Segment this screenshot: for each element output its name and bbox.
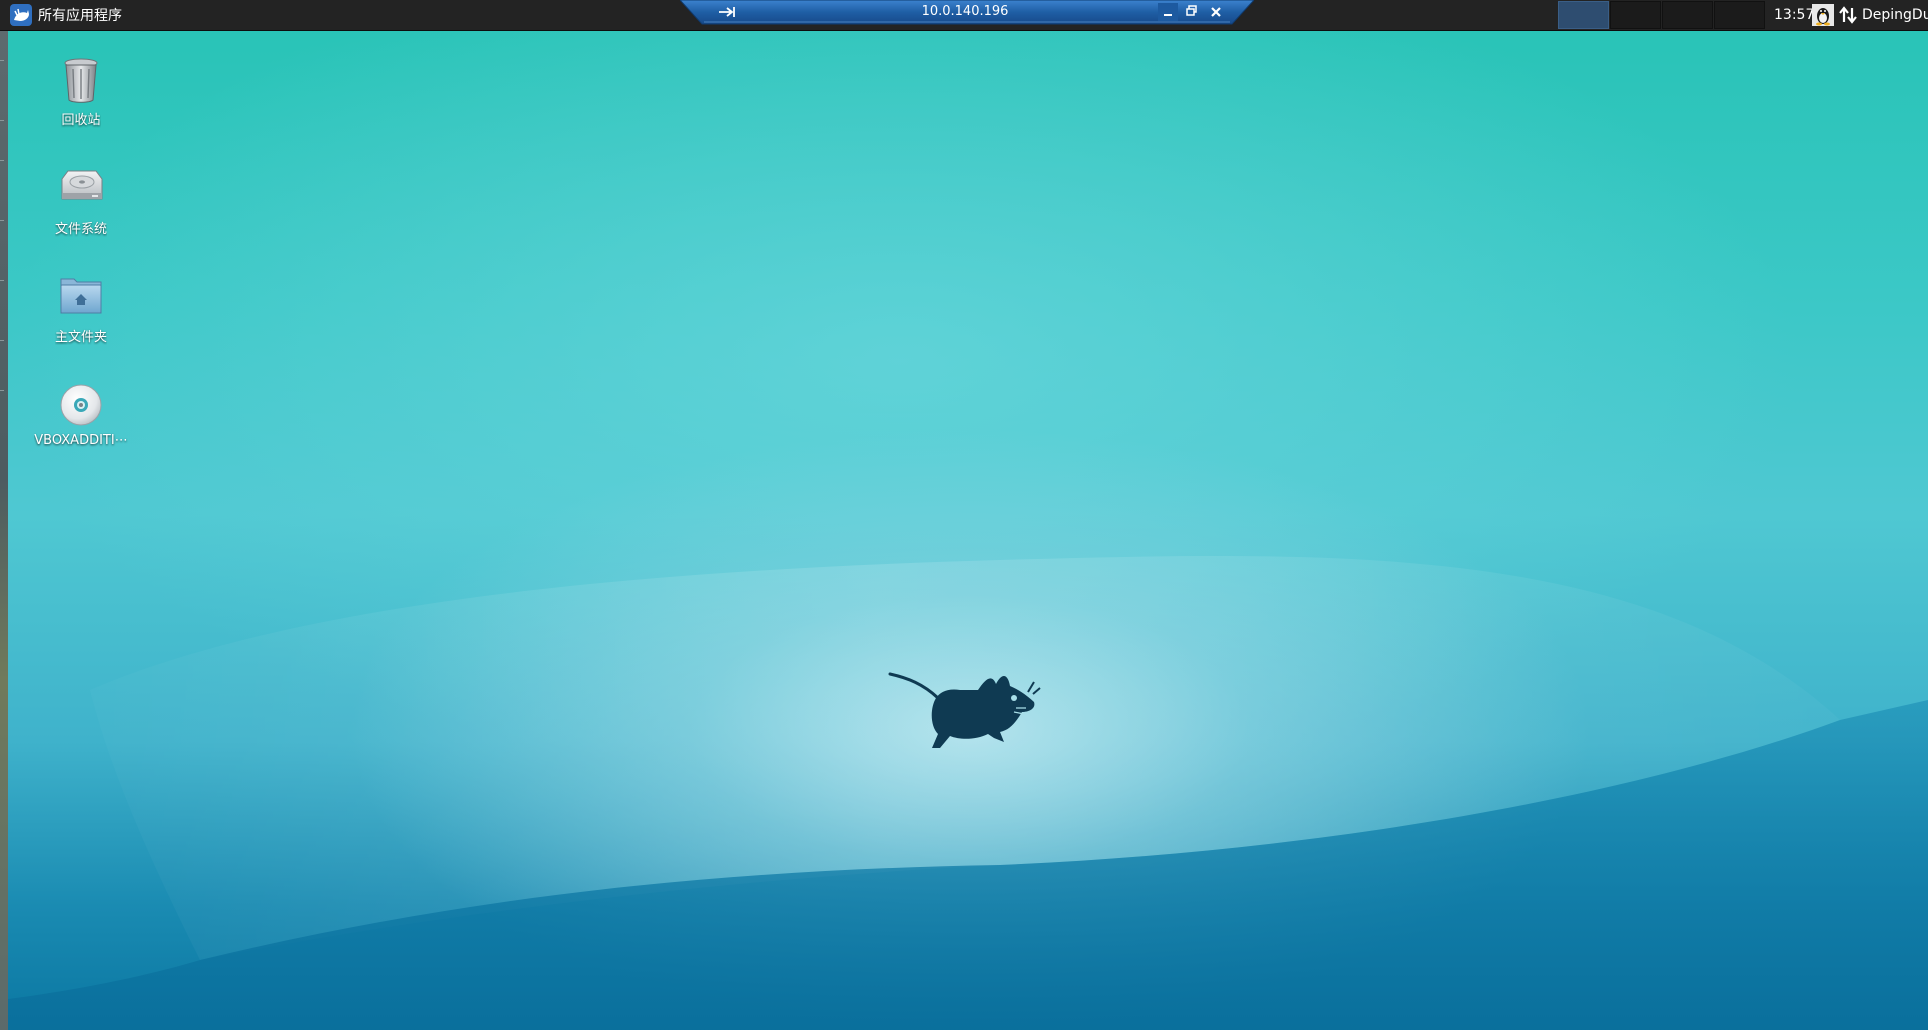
- background-wave-decoration: [0, 555, 1928, 1030]
- hard-drive-icon: [61, 170, 103, 200]
- desktop-icon-home[interactable]: 主文件夹: [21, 273, 141, 345]
- panel-clock[interactable]: 13:57: [1774, 0, 1814, 30]
- desktop-icon-label: 回收站: [61, 113, 101, 128]
- optical-disc-icon: [60, 384, 102, 426]
- workspace-1-button[interactable]: [1558, 1, 1609, 29]
- remote-connection-bar: 10.0.140.196: [680, 0, 1254, 26]
- workspace-2-button[interactable]: [1610, 1, 1661, 29]
- desktop-icon-label: VBOXADDITI⋯: [34, 433, 128, 448]
- desktop-background[interactable]: [0, 0, 1928, 1030]
- tux-penguin-icon[interactable]: [1812, 4, 1834, 26]
- close-icon[interactable]: [1206, 3, 1226, 21]
- desktop-icon-vbox-additions[interactable]: VBOXADDITI⋯: [21, 380, 141, 448]
- user-name-label[interactable]: DepingDu: [1862, 0, 1928, 30]
- trash-icon: [64, 58, 98, 103]
- desktop-icon-label: 主文件夹: [54, 330, 107, 345]
- desktop-icon-filesystem[interactable]: 文件系统: [21, 165, 141, 237]
- xfce-mouse-mascot-icon: [888, 672, 1041, 748]
- connection-title: 10.0.140.196: [921, 4, 1009, 19]
- workspace-3-button[interactable]: [1662, 1, 1713, 29]
- desktop-icon-trash[interactable]: 回收站: [21, 56, 141, 128]
- applications-menu-label: 所有应用程序: [38, 8, 122, 24]
- workspace-4-button[interactable]: [1714, 1, 1765, 29]
- left-window-edge: [0, 30, 8, 1030]
- xfce-logo-icon: [10, 4, 32, 26]
- applications-menu-button[interactable]: 所有应用程序: [10, 0, 122, 30]
- pin-icon[interactable]: [716, 3, 738, 21]
- workspace-switcher: [1558, 1, 1766, 29]
- restore-icon[interactable]: [1182, 3, 1202, 21]
- desktop-icon-label: 文件系统: [54, 222, 107, 237]
- home-folder-icon: [60, 278, 102, 314]
- network-arrows-icon[interactable]: [1838, 5, 1858, 25]
- minimize-icon[interactable]: [1158, 3, 1178, 21]
